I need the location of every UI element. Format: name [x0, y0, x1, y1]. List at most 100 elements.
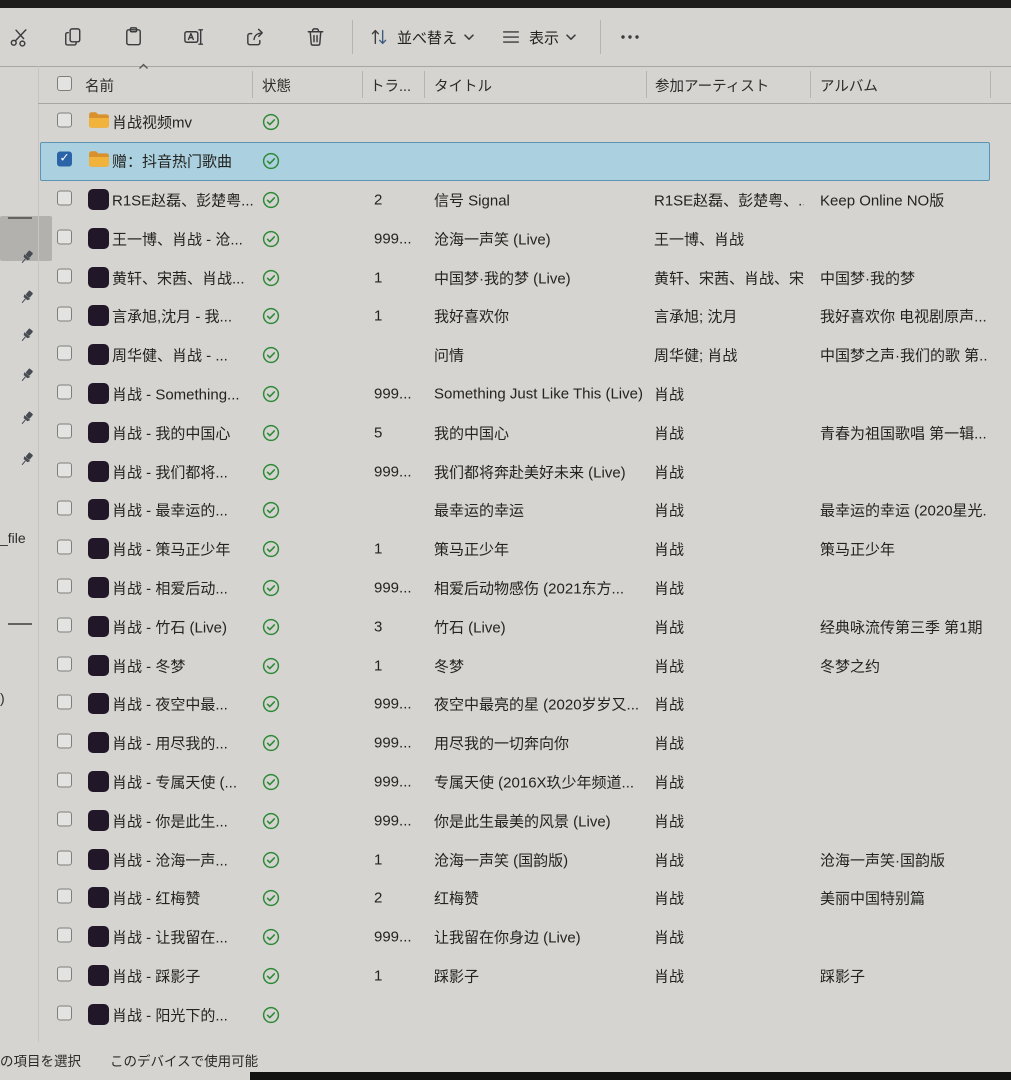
pin-icon[interactable] — [18, 289, 35, 306]
row-checkbox[interactable] — [57, 501, 72, 516]
table-row[interactable]: 肖战 - 你是此生... 999... 你是此生最美的风景 (Live) 肖战 — [38, 801, 1011, 840]
row-checkbox[interactable] — [57, 850, 72, 865]
column-header-album[interactable]: アルバム — [820, 75, 878, 96]
column-separator[interactable] — [362, 71, 363, 98]
row-checkbox-wrap[interactable] — [57, 966, 72, 985]
column-header-track[interactable]: トラ... — [370, 75, 411, 96]
table-row[interactable]: 肖战 - 冬梦 1 冬梦 肖战 冬梦之约 — [38, 646, 1011, 685]
row-checkbox[interactable] — [57, 1005, 72, 1020]
table-row[interactable]: R1SE赵磊、彭楚粤... 2 信号 Signal R1SE赵磊、彭楚粤、...… — [38, 181, 1011, 220]
nav-item-label-fragment[interactable]: _file — [0, 530, 26, 546]
row-checkbox[interactable] — [57, 268, 72, 283]
column-separator[interactable] — [990, 71, 991, 98]
table-row[interactable]: 肖战 - 夜空中最... 999... 夜空中最亮的星 (2020岁岁又... … — [38, 685, 1011, 724]
pin-icon[interactable] — [18, 410, 35, 427]
view-button[interactable]: 表示 — [496, 22, 580, 52]
pin-icon[interactable] — [18, 451, 35, 468]
column-separator[interactable] — [252, 71, 253, 98]
select-all-checkbox[interactable] — [57, 76, 72, 95]
column-separator[interactable] — [810, 71, 811, 98]
row-checkbox-wrap[interactable] — [57, 307, 72, 326]
more-options-button[interactable] — [614, 22, 646, 52]
row-checkbox-wrap[interactable] — [57, 540, 72, 559]
row-checkbox-wrap[interactable] — [57, 656, 72, 675]
row-checkbox-wrap[interactable] — [57, 501, 72, 520]
row-checkbox-wrap[interactable] — [57, 229, 72, 248]
row-checkbox[interactable] — [57, 229, 72, 244]
rename-button[interactable] — [178, 22, 209, 53]
row-checkbox[interactable] — [57, 578, 72, 593]
column-header-title[interactable]: タイトル — [434, 75, 492, 96]
row-checkbox-wrap[interactable] — [57, 928, 72, 947]
table-row[interactable]: 肖战 - 用尽我的... 999... 用尽我的一切奔向你 肖战 — [38, 724, 1011, 763]
column-header-artists[interactable]: 参加アーティスト — [655, 75, 769, 96]
row-checkbox[interactable] — [57, 656, 72, 671]
share-button[interactable] — [240, 22, 271, 53]
row-checkbox-wrap[interactable] — [57, 384, 72, 403]
row-checkbox[interactable] — [57, 346, 72, 361]
row-checkbox[interactable] — [57, 928, 72, 943]
table-row[interactable]: 肖战 - 踩影子 1 踩影子 肖战 踩影子 — [38, 957, 1011, 996]
nav-item-label-fragment[interactable]: ) — [0, 690, 5, 706]
copy-button[interactable] — [58, 22, 89, 53]
column-header-status[interactable]: 状態 — [262, 75, 291, 96]
table-row[interactable]: 肖战 - 让我留在... 999... 让我留在你身边 (Live) 肖战 — [38, 918, 1011, 957]
pin-icon[interactable] — [18, 367, 35, 384]
row-checkbox[interactable] — [57, 113, 72, 128]
row-checkbox-wrap[interactable] — [57, 617, 72, 636]
table-row[interactable]: 黄轩、宋茜、肖战... 1 中国梦·我的梦 (Live) 黄轩、宋茜、肖战、宋.… — [38, 258, 1011, 297]
row-checkbox-wrap[interactable] — [57, 1005, 72, 1024]
sort-button[interactable]: 並べ替え — [364, 22, 478, 52]
table-row[interactable]: 肖战 - 阳光下的... — [38, 995, 1011, 1034]
row-checkbox-wrap[interactable] — [57, 578, 72, 597]
cut-button[interactable] — [4, 22, 35, 53]
row-checkbox-wrap[interactable] — [57, 190, 72, 209]
row-checkbox-wrap[interactable] — [57, 734, 72, 753]
row-checkbox-wrap[interactable] — [57, 268, 72, 287]
paste-button[interactable] — [118, 22, 149, 53]
table-row[interactable]: 肖战 - 沧海一声... 1 沧海一声笑 (国韵版) 肖战 沧海一声笑·国韵版 — [38, 840, 1011, 879]
row-checkbox-wrap[interactable] — [57, 772, 72, 791]
delete-button[interactable] — [300, 22, 331, 53]
row-checkbox[interactable] — [57, 889, 72, 904]
row-checkbox[interactable] — [57, 811, 72, 826]
column-separator[interactable] — [646, 71, 647, 98]
row-checkbox-wrap[interactable] — [57, 423, 72, 442]
table-row[interactable]: 肖战 - Something... 999... Something Just … — [38, 375, 1011, 414]
row-checkbox-wrap[interactable] — [57, 889, 72, 908]
row-checkbox-wrap[interactable] — [57, 152, 72, 171]
pin-icon[interactable] — [18, 249, 35, 266]
row-checkbox-wrap[interactable] — [57, 113, 72, 132]
row-checkbox[interactable] — [57, 695, 72, 710]
column-separator[interactable] — [424, 71, 425, 98]
row-checkbox[interactable] — [57, 462, 72, 477]
row-checkbox[interactable] — [57, 617, 72, 632]
table-row[interactable]: 肖战 - 竹石 (Live) 3 竹石 (Live) 肖战 经典咏流传第三季 第… — [38, 607, 1011, 646]
table-row[interactable]: 肖战 - 相爱后动... 999... 相爱后动物感伤 (2021东方... 肖… — [38, 569, 1011, 608]
table-row[interactable]: 肖战 - 最幸运的... 最幸运的幸运 肖战 最幸运的幸运 (2020星光... — [38, 491, 1011, 530]
table-row[interactable]: 肖战 - 专属天使 (... 999... 专属天使 (2016X玖少年频道..… — [38, 763, 1011, 802]
row-checkbox[interactable] — [57, 423, 72, 438]
row-checkbox[interactable] — [57, 190, 72, 205]
row-checkbox-wrap[interactable] — [57, 346, 72, 365]
table-row[interactable]: 周华健、肖战 - ... 问情 周华健; 肖战 中国梦之声·我们的歌 第... — [38, 336, 1011, 375]
row-checkbox[interactable] — [57, 540, 72, 555]
row-checkbox[interactable] — [57, 384, 72, 399]
pin-icon[interactable] — [18, 327, 35, 344]
table-row[interactable]: 赠：抖音热门歌曲 — [38, 142, 1011, 181]
row-checkbox[interactable] — [57, 772, 72, 787]
row-checkbox[interactable] — [57, 966, 72, 981]
row-checkbox[interactable] — [57, 307, 72, 322]
row-checkbox-wrap[interactable] — [57, 850, 72, 869]
table-row[interactable]: 王一博、肖战 - 沧... 999... 沧海一声笑 (Live) 王一博、肖战 — [38, 219, 1011, 258]
row-checkbox-wrap[interactable] — [57, 811, 72, 830]
row-checkbox[interactable] — [57, 152, 72, 167]
row-checkbox-wrap[interactable] — [57, 695, 72, 714]
table-row[interactable]: 肖战 - 我们都将... 999... 我们都将奔赴美好未来 (Live) 肖战 — [38, 452, 1011, 491]
table-row[interactable]: 肖战 - 策马正少年 1 策马正少年 肖战 策马正少年 — [38, 530, 1011, 569]
table-row[interactable]: 肖战 - 红梅赞 2 红梅赞 肖战 美丽中国特别篇 — [38, 879, 1011, 918]
table-row[interactable]: 肖战视频mv — [38, 103, 1011, 142]
table-row[interactable]: 言承旭,沈月 - 我... 1 我好喜欢你 言承旭; 沈月 我好喜欢你 电视剧原… — [38, 297, 1011, 336]
row-checkbox[interactable] — [57, 734, 72, 749]
column-header-name[interactable]: 名前 — [85, 75, 114, 96]
